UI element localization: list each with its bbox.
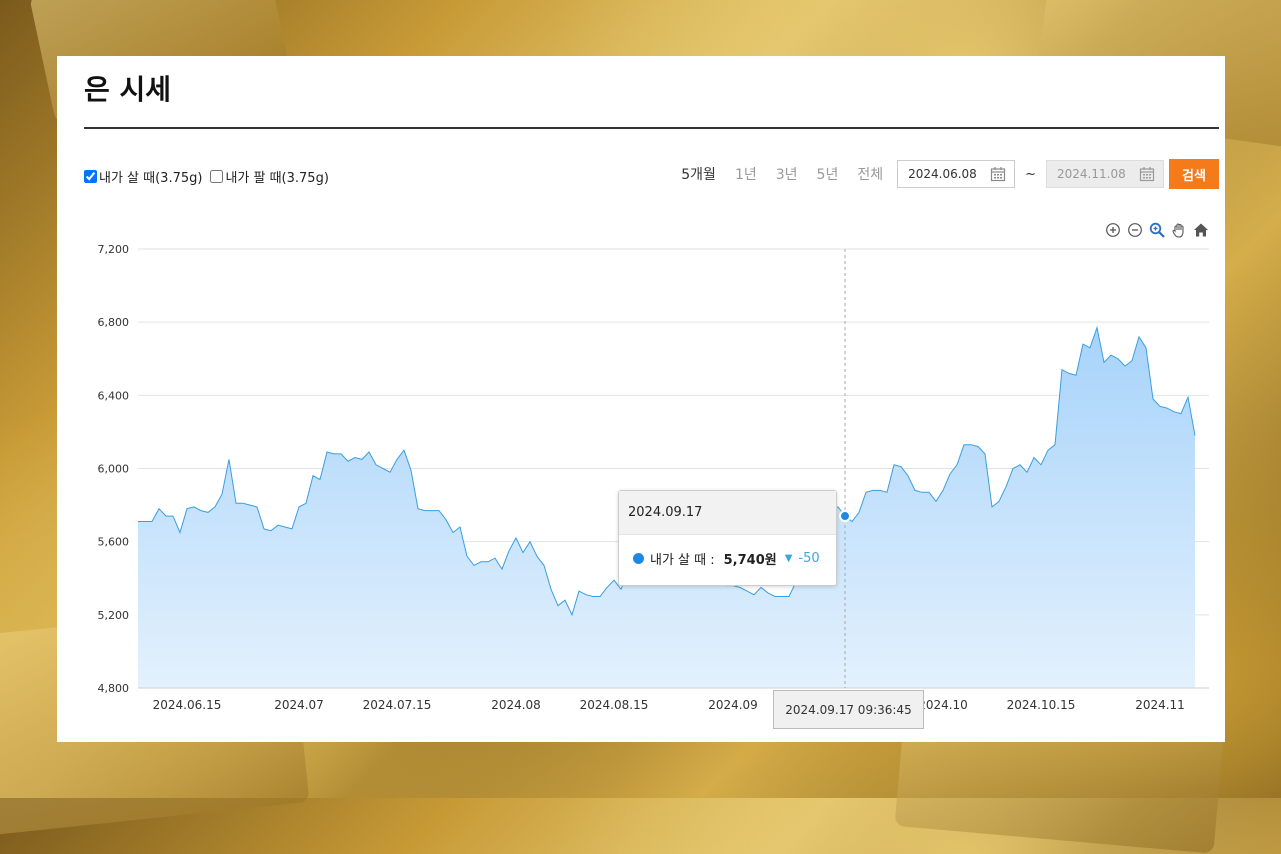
x-tick-label: 2024.07.15 <box>363 698 432 712</box>
period-all[interactable]: 전체 <box>857 164 883 184</box>
y-tick-label: 6,800 <box>98 316 130 329</box>
price-tooltip: 2024.09.17 내가 살 때 : 5,740원 ▼ -50 <box>618 490 837 586</box>
price-chart[interactable]: 4,800 5,200 5,600 6,000 6,400 6,800 7,200 2024.… <box>57 226 1225 742</box>
period-3-years[interactable]: 3년 <box>776 164 798 184</box>
y-tick-label: 5,600 <box>98 536 130 549</box>
buy-filter-label: 내가 살 때(3.75g) <box>99 170 203 186</box>
x-tick-label: 2024.08 <box>491 698 541 712</box>
y-tick-label: 5,200 <box>98 609 130 622</box>
sell-filter[interactable]: 내가 팔 때(3.75g) <box>210 167 329 186</box>
x-tick-label: 2024.09 <box>708 698 758 712</box>
hover-point[interactable] <box>839 510 851 523</box>
buy-filter[interactable]: 내가 살 때(3.75g) <box>84 167 202 186</box>
crosshair-time-label: 2024.09.17 09:36:45 <box>773 690 924 729</box>
tooltip-row: 내가 살 때 : 5,740원 ▼ -50 <box>619 535 836 568</box>
period-1-year[interactable]: 1년 <box>735 164 757 184</box>
period-5-months[interactable]: 5개월 <box>681 164 716 184</box>
tooltip-date: 2024.09.17 <box>619 491 836 535</box>
x-tick-label: 2024.10 <box>918 698 968 712</box>
period-5-years[interactable]: 5년 <box>817 164 839 184</box>
range-controls: 5개월 1년 3년 5년 전체 2024.06.08 ~ 2024.11.08 <box>681 159 1219 189</box>
sell-checkbox[interactable] <box>210 169 224 183</box>
y-tick-label: 4,800 <box>98 682 130 695</box>
x-tick-label: 2024.10.15 <box>1007 698 1076 712</box>
search-button[interactable]: 검색 <box>1169 159 1219 189</box>
title-divider <box>84 127 1219 129</box>
end-date-field[interactable]: 2024.11.08 <box>1046 160 1164 188</box>
y-tick-label: 6,400 <box>98 389 130 402</box>
date-separator: ~ <box>1025 166 1036 182</box>
x-tick-label: 2024.11 <box>1135 698 1185 712</box>
series-dot-icon <box>633 553 644 564</box>
end-date-value: 2024.11.08 <box>1057 167 1126 181</box>
y-tick-label: 7,200 <box>98 243 130 256</box>
tooltip-change: -50 <box>798 551 820 566</box>
calendar-icon[interactable] <box>990 166 1006 182</box>
silver-price-panel: 은 시세 내가 살 때(3.75g) 내가 팔 때(3.75g) 5개월 1년 … <box>57 56 1225 742</box>
x-tick-label: 2024.08.15 <box>580 698 649 712</box>
start-date-value: 2024.06.08 <box>908 167 977 181</box>
sell-filter-label: 내가 팔 때(3.75g) <box>225 170 329 186</box>
start-date-field[interactable]: 2024.06.08 <box>897 160 1016 188</box>
tooltip-value: 5,740원 <box>723 553 777 568</box>
calendar-icon[interactable] <box>1139 166 1155 182</box>
page-title: 은 시세 <box>84 73 172 106</box>
x-tick-label: 2024.06.15 <box>153 698 222 712</box>
tooltip-series-label: 내가 살 때 : <box>650 553 715 568</box>
x-tick-label: 2024.07 <box>274 698 324 712</box>
buy-checkbox[interactable] <box>84 169 97 183</box>
y-tick-label: 6,000 <box>98 463 130 476</box>
series-filters: 내가 살 때(3.75g) 내가 팔 때(3.75g) <box>84 164 329 188</box>
down-arrow-icon: ▼ <box>784 553 793 564</box>
